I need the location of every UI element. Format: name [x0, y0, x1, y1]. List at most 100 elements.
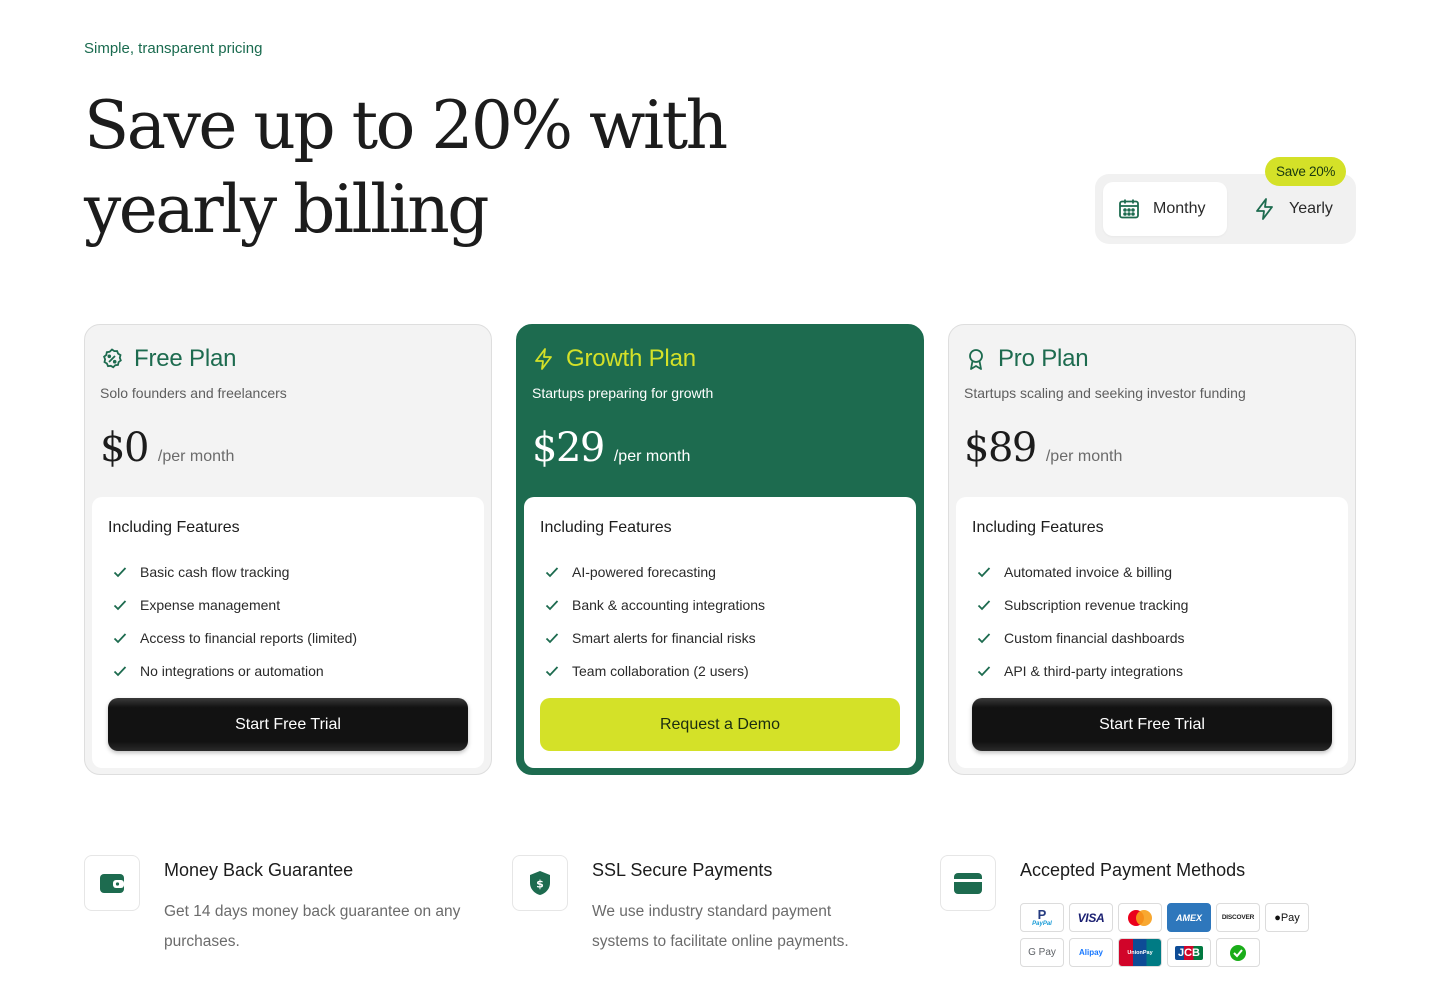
icon-tile — [940, 855, 996, 911]
list-item: Custom financial dashboards — [976, 621, 1188, 654]
price-period: /per month — [613, 448, 691, 465]
price-row: $29 /per month — [532, 425, 690, 471]
shield-dollar-icon: $ — [530, 871, 550, 895]
feature-text: Expense management — [140, 596, 281, 613]
jcb-icon: JCB — [1167, 938, 1211, 967]
svg-text:$: $ — [536, 878, 544, 891]
list-item: Smart alerts for financial risks — [544, 621, 765, 654]
feature-text: Access to financial reports (limited) — [140, 629, 358, 646]
plan-name: Pro Plan — [998, 345, 1089, 372]
feature-text: Basic cash flow tracking — [140, 563, 290, 580]
feature-text: AI-powered forecasting — [572, 563, 716, 580]
request-demo-button[interactable]: Request a Demo — [540, 698, 900, 751]
discover-icon: DISCOVER — [1216, 903, 1260, 932]
features-title: Including Features — [108, 519, 240, 536]
list-item: Automated invoice & billing — [976, 555, 1188, 588]
plan-price: $0 — [100, 425, 149, 471]
list-item: Team collaboration (2 users) — [544, 654, 765, 687]
plan-description: Solo founders and freelancers — [100, 385, 287, 401]
check-icon — [977, 599, 991, 610]
wallet-icon — [100, 874, 124, 893]
list-item: AI-powered forecasting — [544, 555, 765, 588]
list-item: Bank & accounting integrations — [544, 588, 765, 621]
features-title: Including Features — [972, 519, 1104, 536]
plan-price: $89 — [964, 425, 1037, 471]
award-icon — [969, 349, 983, 370]
wechat-pay-icon — [1216, 938, 1260, 967]
check-icon — [545, 665, 559, 676]
check-icon — [545, 566, 559, 577]
feature-text: Team collaboration (2 users) — [572, 662, 749, 679]
plan-description: Startups scaling and seeking investor fu… — [964, 385, 1246, 401]
plan-name: Growth Plan — [566, 345, 696, 372]
feature-text: API & third-party integrations — [1004, 662, 1183, 679]
alipay-icon: Alipay — [1069, 938, 1113, 967]
price-row: $0 /per month — [100, 425, 234, 471]
features-list: Automated invoice & billing Subscription… — [976, 555, 1188, 687]
feature-text: Custom financial dashboards — [1004, 629, 1185, 646]
features-panel: Including Features AI-powered forecastin… — [524, 497, 916, 768]
check-icon — [113, 566, 127, 577]
features-list: Basic cash flow tracking Expense managem… — [112, 555, 357, 687]
page-title: Save up to 20% with yearly billing — [84, 84, 804, 252]
check-icon — [977, 665, 991, 676]
plan-card-growth: Growth Plan Startups preparing for growt… — [516, 324, 924, 775]
visa-icon: VISA — [1069, 903, 1113, 932]
plan-header: Free Plan — [100, 345, 236, 373]
info-title: Accepted Payment Methods — [1020, 860, 1246, 880]
feature-text: Smart alerts for financial risks — [572, 629, 756, 646]
list-item: API & third-party integrations — [976, 654, 1188, 687]
amex-icon: AMEX — [1167, 903, 1211, 932]
feature-text: Subscription revenue tracking — [1004, 596, 1189, 613]
check-icon — [545, 599, 559, 610]
start-free-trial-button[interactable]: Start Free Trial — [108, 698, 468, 751]
info-text: We use industry standard payment systems… — [592, 903, 849, 950]
plan-card-free: Free Plan Solo founders and freelancers … — [84, 324, 492, 775]
list-item: No integrations or automation — [112, 654, 357, 687]
check-icon — [113, 599, 127, 610]
features-title: Including Features — [540, 519, 672, 536]
feature-text: Bank & accounting integrations — [572, 596, 766, 613]
plan-price: $29 — [532, 425, 605, 471]
check-icon — [113, 665, 127, 676]
google-pay-icon: G Pay — [1020, 938, 1064, 967]
title-line-2: yearly billing — [84, 171, 490, 248]
list-item: Access to financial reports (limited) — [112, 621, 357, 654]
check-icon — [977, 632, 991, 643]
check-icon — [545, 632, 559, 643]
mastercard-icon — [1118, 903, 1162, 932]
yearly-label: Yearly — [1289, 200, 1333, 217]
monthly-option[interactable]: Monthy — [1103, 182, 1227, 236]
badge-percent-icon — [103, 348, 122, 369]
eyebrow-text: Simple, transparent pricing — [84, 40, 263, 57]
info-title: Money Back Guarantee — [164, 860, 354, 880]
check-icon — [977, 566, 991, 577]
features-panel: Including Features Basic cash flow track… — [92, 497, 484, 768]
plan-header: Growth Plan — [532, 345, 696, 373]
start-free-trial-button[interactable]: Start Free Trial — [972, 698, 1332, 751]
list-item: Expense management — [112, 588, 357, 621]
price-row: $89 /per month — [964, 425, 1122, 471]
save-badge: Save 20% — [1265, 157, 1347, 186]
payment-methods-grid: P PayPal VISA AMEX DISCOVER ● Pay G Pay A… — [1020, 903, 1320, 967]
plan-card-pro: Pro Plan Startups scaling and seeking in… — [948, 324, 1356, 775]
check-icon — [113, 632, 127, 643]
yearly-option[interactable]: Yearly — [1241, 182, 1351, 236]
list-item: Basic cash flow tracking — [112, 555, 357, 588]
price-period: /per month — [1045, 448, 1123, 465]
plan-description: Startups preparing for growth — [532, 385, 714, 401]
unionpay-icon: UnionPay — [1118, 938, 1162, 967]
lightning-icon — [1256, 198, 1273, 220]
icon-tile: $ — [512, 855, 568, 911]
feature-text: No integrations or automation — [140, 662, 324, 679]
monthly-label: Monthy — [1153, 200, 1206, 217]
credit-card-icon — [954, 873, 982, 894]
plan-header: Pro Plan — [964, 345, 1089, 373]
feature-text: Automated invoice & billing — [1004, 563, 1173, 580]
features-panel: Including Features Automated invoice & b… — [956, 497, 1348, 768]
icon-tile — [84, 855, 140, 911]
list-item: Subscription revenue tracking — [976, 588, 1188, 621]
calendar-icon — [1119, 199, 1139, 219]
features-list: AI-powered forecasting Bank & accounting… — [544, 555, 765, 687]
apple-pay-icon: ● Pay — [1265, 903, 1309, 932]
